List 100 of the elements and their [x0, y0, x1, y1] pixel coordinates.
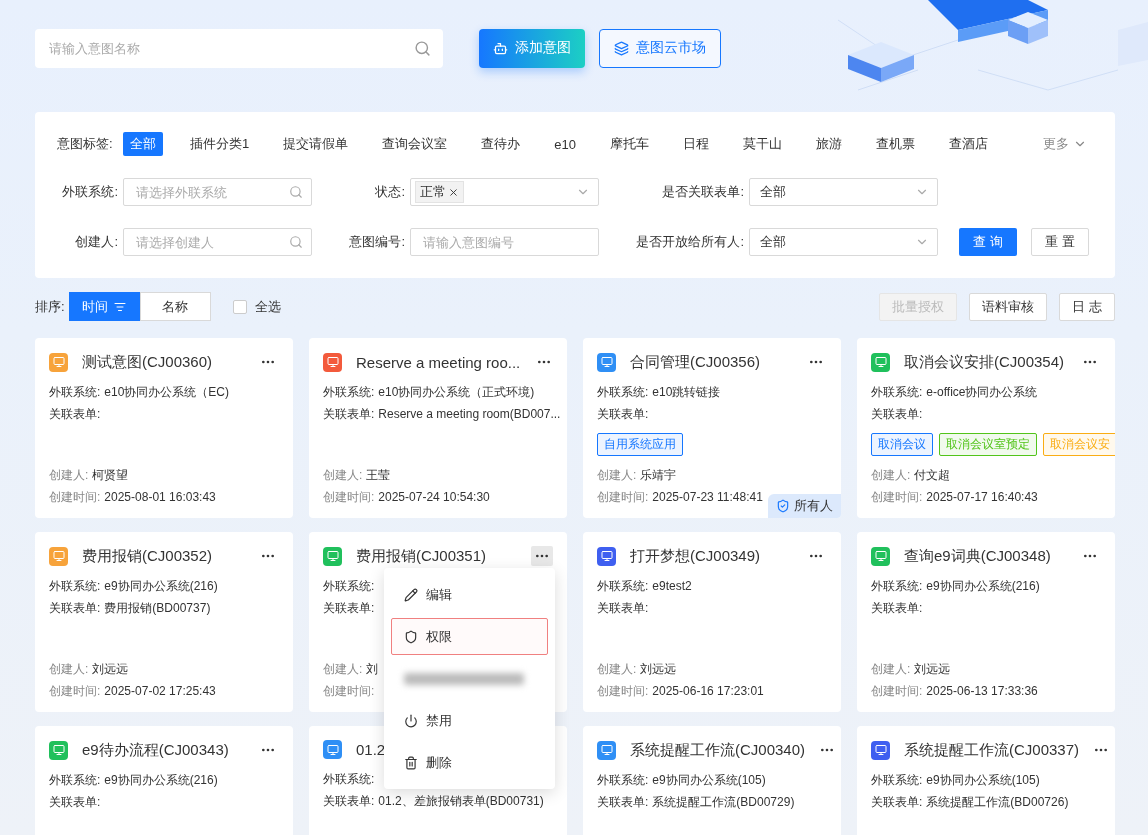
field-value: 付文超 — [914, 466, 951, 484]
more-button[interactable]: 更多 — [1037, 134, 1093, 154]
field-label: 创建人: — [74, 233, 118, 251]
field-label: 关联表单: — [871, 793, 923, 811]
more-icon[interactable] — [531, 546, 553, 566]
field-label: 意图编号: — [348, 233, 405, 251]
tag-filter[interactable]: 日程 — [675, 132, 716, 156]
sort-option[interactable]: 时间 — [68, 292, 140, 321]
search-field[interactable]: 请选择外联系统 — [123, 178, 312, 206]
field-value: 王莹 — [366, 466, 391, 484]
field-label: 关联表单: — [49, 405, 101, 423]
menu-item[interactable]: 权限 — [391, 618, 548, 655]
field-label: 创建人: — [597, 466, 637, 484]
select-all-label: 全选 — [254, 297, 281, 316]
field-label: 外联系统: — [323, 770, 375, 788]
field-value: 2025-07-24 10:54:30 — [378, 490, 490, 504]
intent-card[interactable]: 系统提醒工作流(CJ00340) 外联系统: e9协同办公系统(105) 关联表单: 系统提醒工作流(BD00729) — [583, 726, 841, 835]
checkbox[interactable] — [232, 299, 247, 314]
search-icon — [414, 39, 431, 57]
field-value: 刘远远 — [92, 660, 129, 678]
field-label: 创建时间: — [323, 682, 375, 700]
reset-button[interactable]: 重 置 — [1031, 228, 1089, 256]
card-title: Reserve a meeting roo... — [356, 353, 521, 371]
tag-filter[interactable]: 提交请假单 — [276, 132, 356, 156]
field-value: 费用报销(BD00737) — [104, 599, 211, 617]
intent-card[interactable]: 查询e9词典(CJ00348) 外联系统: e9协同办公系统(216) 关联表单: 创建人: 刘远远 创建时间: 2025-06-13 17:33:36 — [857, 532, 1115, 712]
toolbar-button[interactable]: 日 志 — [1059, 292, 1115, 321]
market-button[interactable]: 意图云市场 — [599, 28, 721, 68]
field-label: 关联表单: — [49, 599, 101, 617]
field-label: 创建人: — [323, 466, 363, 484]
close-icon[interactable] — [448, 186, 459, 198]
tag-filter[interactable]: 插件分类1 — [183, 132, 257, 156]
tag-filter[interactable]: 查机票 — [868, 132, 922, 156]
field-label: 外联系统: — [597, 771, 649, 789]
intent-card[interactable]: Reserve a meeting roo... 外联系统: e10协同办公系统（正式环境) 关联表单: Reserve a meeting room(BD007... 创建人: 王莹 创建时间: 2025-07-24 10:54:30 — [309, 338, 567, 518]
field-label: 外联系统: — [871, 383, 923, 401]
tag-filter[interactable]: e10 — [547, 133, 583, 155]
card-title: 01.2 — [356, 741, 387, 758]
card-title: 查询e9词典(CJ00348) — [904, 546, 1052, 566]
field-label: 创建人: — [323, 660, 363, 678]
tag-filter[interactable]: 旅游 — [808, 132, 849, 156]
field-label: 关联表单: — [49, 793, 101, 811]
field-label: 关联表单: — [323, 405, 375, 423]
field-label: 关联表单: — [323, 599, 375, 617]
toolbar-button[interactable]: 语料审核 — [969, 292, 1048, 321]
status-select[interactable]: 正常 — [410, 178, 599, 206]
field-value: e10协同办公系统（EC) — [104, 383, 230, 401]
field-value: 2025-07-17 16:40:43 — [926, 490, 1038, 504]
field-value: e-office协同办公系统 — [926, 383, 1038, 401]
sort-option[interactable]: 名称 — [139, 292, 211, 321]
intent-card[interactable]: e9待办流程(CJ00343) 外联系统: e9协同办公系统(216) 关联表单: — [35, 726, 293, 835]
field-label: 关联表单: — [597, 793, 649, 811]
shield-icon — [404, 629, 418, 644]
intent-card[interactable]: 打开梦想(CJ00349) 外联系统: e9test2 关联表单: 创建人: 刘远远 创建时间: 2025-06-16 17:23:01 — [583, 532, 841, 712]
intent-card[interactable]: 合同管理(CJ00356) 外联系统: e10跳转链接 关联表单: 自用系统应用 创建人: 乐靖宇 创建时间: 2025-07-23 11:48:41 所有人 — [583, 338, 841, 518]
text-input[interactable]: 请输入意图编号 — [421, 233, 590, 251]
card-title: 系统提醒工作流(CJ00340) — [630, 740, 806, 760]
field-label: 创建时间: — [871, 488, 923, 506]
card-title: 测试意图(CJ00360) — [82, 352, 214, 372]
field-label: 外联系统: — [61, 183, 118, 201]
query-button[interactable]: 查 询 — [959, 228, 1017, 256]
field-label: 创建时间: — [49, 488, 101, 506]
shield-icon — [776, 499, 790, 513]
tag-filter[interactable]: 查酒店 — [941, 132, 995, 156]
field-label: 创建人: — [49, 466, 89, 484]
field-value: e9协同办公系统(105) — [926, 771, 1040, 789]
status-chip: 正常 — [415, 181, 464, 203]
search-field[interactable]: 请输入意图名称 — [35, 28, 443, 68]
search-input[interactable]: 请输入意图名称 — [47, 39, 414, 57]
intent-card[interactable]: 系统提醒工作流(CJ00337) 外联系统: e9协同办公系统(105) 关联表单: 系统提醒工作流(BD00726) — [857, 726, 1115, 835]
intent-card[interactable]: 费用报销(CJ00352) 外联系统: e9协同办公系统(216) 关联表单: 费用报销(BD00737) 创建人: 刘远远 创建时间: 2025-07-02 17:25:43 — [35, 532, 293, 712]
field-value: 系统提醒工作流(BD00729) — [652, 793, 795, 811]
layers-icon — [614, 40, 629, 56]
tag-filter[interactable]: 全部 — [123, 132, 163, 156]
field-value: 2025-06-13 17:33:36 — [926, 684, 1038, 698]
input-field[interactable]: 请输入意图编号 — [410, 228, 599, 256]
tag-filter[interactable]: 莫干山 — [735, 132, 789, 156]
field-value: 2025-07-23 11:48:41 — [652, 490, 763, 504]
intent-card[interactable]: 取消会议安排(CJ00354) 外联系统: e-office协同办公系统 关联表单: 取消会议 取消会议室预定 取消会议安 创建人: 付文超 创建时间: 2025-07-17 16:40:43 — [857, 338, 1115, 518]
select-field[interactable]: 全部 — [749, 228, 938, 256]
select-field[interactable]: 全部 — [749, 178, 938, 206]
field-value: 刘远远 — [640, 660, 677, 678]
tag-filter[interactable]: 摩托车 — [602, 132, 656, 156]
field-value: e9协同办公系统(216) — [104, 771, 218, 789]
field-label: 外联系统: — [49, 577, 101, 595]
search-input[interactable]: 请选择创建人 — [134, 233, 289, 251]
field-value: e9协同办公系统(105) — [652, 771, 766, 789]
tag-filter[interactable]: 查待办 — [474, 132, 528, 156]
tag-filter[interactable]: 查询会议室 — [375, 132, 455, 156]
search-field[interactable]: 请选择创建人 — [123, 228, 312, 256]
field-value: 系统提醒工作流(BD00726) — [926, 793, 1069, 811]
field-value: 2025-06-16 17:23:01 — [652, 684, 764, 698]
intent-card[interactable]: 测试意图(CJ00360) 外联系统: e10协同办公系统（EC) 关联表单: 创建人: 柯贤望 创建时间: 2025-08-01 16:03:43 — [35, 338, 293, 518]
field-value: Reserve a meeting room(BD007... — [378, 407, 561, 421]
field-label: 创建时间: — [323, 488, 375, 506]
sort-label: 排序: — [35, 297, 65, 316]
field-label: 创建人: — [871, 466, 911, 484]
field-label: 外联系统: — [49, 771, 101, 789]
search-input[interactable]: 请选择外联系统 — [134, 183, 289, 201]
field-value: e10协同办公系统（正式环境) — [378, 383, 535, 401]
